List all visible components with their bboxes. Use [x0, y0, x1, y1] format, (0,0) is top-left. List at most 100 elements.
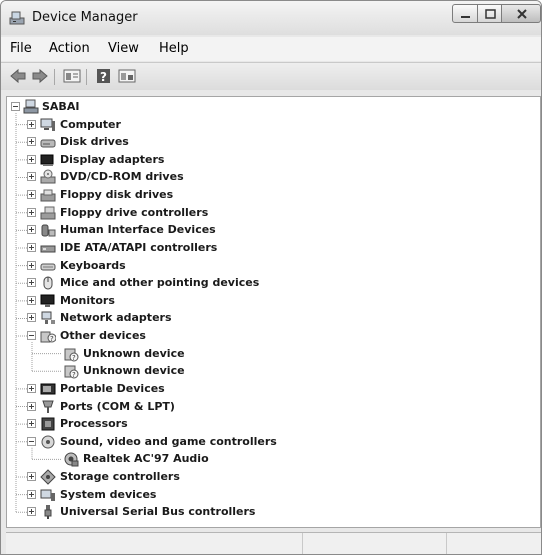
tree-item-label: Unknown device: [83, 346, 185, 360]
tree-item-label: Mice and other pointing devices: [60, 276, 260, 290]
title-bar[interactable]: Device Manager: [1, 1, 541, 35]
tree-category-item[interactable]: Keyboards: [7, 258, 527, 275]
expand-icon[interactable]: [27, 207, 36, 217]
tree-category-item[interactable]: Human Interface Devices: [7, 222, 527, 239]
tree-category-item[interactable]: Storage controllers: [7, 469, 527, 486]
tree-child-item[interactable]: Realtek AC'97 Audio: [7, 451, 527, 468]
tree-item-label: Display adapters: [60, 152, 165, 166]
expand-icon[interactable]: [27, 472, 36, 482]
tree-item-label: Realtek AC'97 Audio: [83, 452, 209, 466]
tree-item-label: Sound, video and game controllers: [60, 434, 277, 448]
expand-icon[interactable]: [27, 401, 36, 411]
status-bar-divider: [302, 533, 303, 554]
tree-item-label: Processors: [60, 417, 128, 431]
menu-bar: File Action View Help: [1, 37, 541, 61]
help-icon[interactable]: ?: [95, 68, 113, 88]
tree-category-item[interactable]: Network adapters: [7, 310, 527, 327]
tree-item-label: Monitors: [60, 293, 115, 307]
tree-category-item[interactable]: IDE ATA/ATAPI controllers: [7, 240, 527, 257]
expand-icon[interactable]: [27, 260, 36, 270]
properties-icon[interactable]: [63, 68, 81, 88]
expand-icon[interactable]: [27, 119, 36, 129]
device-tree[interactable]: SABAI Computer Disk drives Display adapters…: [6, 96, 541, 528]
svg-text:?: ?: [100, 70, 107, 84]
tree-category-item[interactable]: Ports (COM & LPT): [7, 399, 527, 416]
expand-icon[interactable]: [27, 295, 36, 305]
monitor-icon: [40, 293, 56, 309]
tree-item-label: Portable Devices: [60, 381, 165, 395]
system-device-icon: [40, 487, 56, 503]
tree-item-label: System devices: [60, 487, 157, 501]
tree-item-label: Ports (COM & LPT): [60, 399, 175, 413]
tree-item-label: Storage controllers: [60, 470, 180, 484]
other-devices-icon: ?: [40, 328, 57, 344]
tree-category-item[interactable]: Floppy drive controllers: [7, 205, 527, 222]
tree-category-item[interactable]: Monitors: [7, 293, 527, 310]
tree-item-label: Floppy drive controllers: [60, 205, 209, 219]
keyboard-icon: [40, 258, 56, 274]
computer-tree-icon: [23, 99, 39, 115]
tree-item-label: Floppy disk drives: [60, 188, 174, 202]
device-view-icon[interactable]: [118, 68, 136, 88]
expand-icon[interactable]: [27, 278, 36, 288]
usb-icon: [40, 504, 56, 520]
tree-root-item[interactable]: SABAI: [7, 99, 527, 116]
tree-category-item[interactable]: Processors: [7, 416, 527, 433]
tree-item-label: Network adapters: [60, 311, 172, 325]
expand-icon[interactable]: [27, 137, 36, 147]
tree-category-item[interactable]: Sound, video and game controllers: [7, 434, 527, 451]
forward-arrow-icon[interactable]: [31, 68, 49, 88]
tree-category-item[interactable]: Computer: [7, 117, 527, 134]
back-arrow-icon[interactable]: [9, 68, 27, 88]
expand-icon[interactable]: [27, 225, 36, 235]
menu-help[interactable]: Help: [159, 41, 189, 56]
tree-category-item[interactable]: Mice and other pointing devices: [7, 275, 527, 292]
tree-item-label: Human Interface Devices: [60, 223, 216, 237]
display-adapter-icon: [40, 152, 56, 168]
device-manager-window: Device Manager File Action View Help ? S…: [0, 0, 542, 555]
expand-icon[interactable]: [27, 507, 36, 517]
menu-view[interactable]: View: [108, 41, 139, 56]
collapse-icon[interactable]: [27, 331, 36, 341]
tree-category-item[interactable]: Portable Devices: [7, 381, 527, 398]
svg-text:?: ?: [72, 354, 76, 362]
tree-item-label: Computer: [60, 117, 121, 131]
toolbar: ?: [1, 62, 541, 90]
tree-category-item[interactable]: Disk drives: [7, 134, 527, 151]
unknown-device-icon: ?: [63, 363, 79, 379]
tree-category-item[interactable]: DVD/CD-ROM drives: [7, 169, 527, 186]
tree-category-item[interactable]: Floppy disk drives: [7, 187, 527, 204]
tree-item-label: IDE ATA/ATAPI controllers: [60, 240, 218, 254]
storage-controller-icon: [40, 469, 56, 485]
tree-child-item[interactable]: ? Unknown device: [7, 346, 527, 363]
floppy-drive-icon: [40, 187, 56, 203]
tree-item-label: Unknown device: [83, 364, 185, 378]
expand-icon[interactable]: [27, 190, 36, 200]
minimize-button[interactable]: [452, 4, 478, 23]
expand-icon[interactable]: [27, 313, 36, 323]
menu-action[interactable]: Action: [49, 41, 90, 56]
floppy-controller-icon: [40, 205, 56, 221]
expand-icon[interactable]: [27, 419, 36, 429]
network-adapter-icon: [40, 310, 56, 326]
expand-icon[interactable]: [27, 172, 36, 182]
expand-icon[interactable]: [27, 154, 36, 164]
collapse-icon[interactable]: [27, 436, 36, 446]
mouse-icon: [40, 275, 56, 291]
tree-category-item[interactable]: ? Other devices: [7, 328, 527, 345]
tree-category-item[interactable]: Universal Serial Bus controllers: [7, 504, 527, 521]
collapse-icon[interactable]: [11, 102, 20, 111]
tree-category-item[interactable]: Display adapters: [7, 152, 527, 169]
expand-icon[interactable]: [27, 383, 36, 393]
expand-icon[interactable]: [27, 242, 36, 252]
expand-icon[interactable]: [27, 489, 36, 499]
tree-category-item[interactable]: System devices: [7, 487, 527, 504]
menu-file[interactable]: File: [10, 41, 32, 56]
toolbar-separator: [86, 69, 87, 85]
svg-text:?: ?: [50, 335, 54, 343]
tree-item-label: Disk drives: [60, 135, 129, 149]
tree-child-item[interactable]: ? Unknown device: [7, 363, 527, 380]
tree-item-label: Keyboards: [60, 258, 126, 272]
maximize-button[interactable]: [477, 4, 502, 23]
close-button[interactable]: [501, 4, 541, 23]
